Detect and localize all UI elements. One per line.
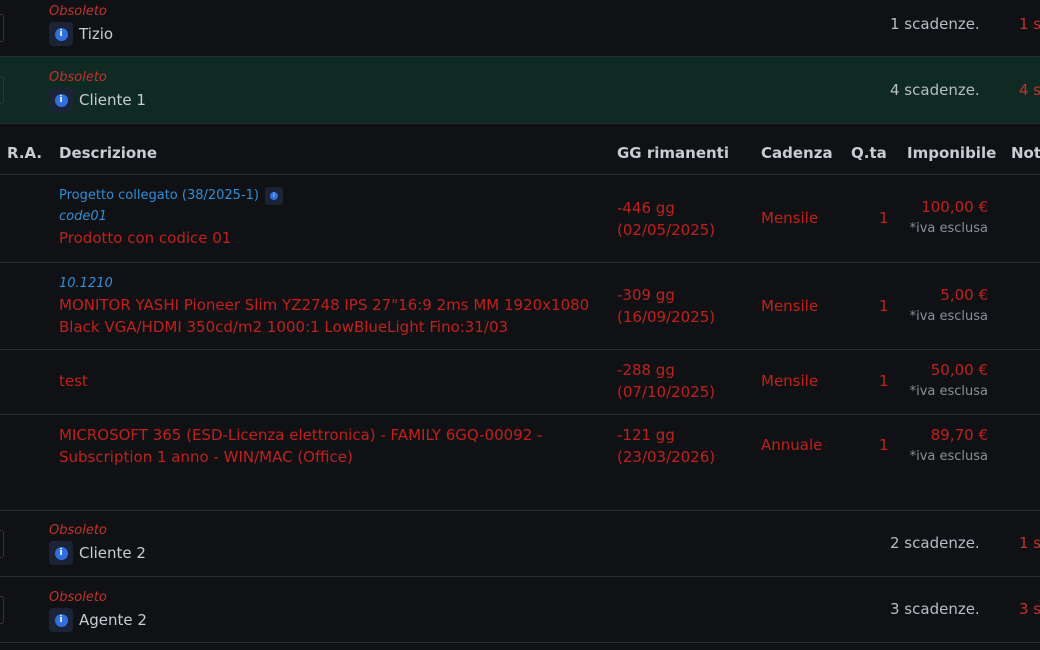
group-count: 3 scadenze. (890, 600, 980, 618)
row-description: Progetto collegato (38/2025-1) i code01 … (59, 185, 599, 249)
group-count: 2 scadenze. (890, 534, 980, 552)
group-extra: 1 sc (1019, 15, 1040, 33)
group-row-agente-2[interactable]: Obsoleto i Agente 2 3 scadenze. 3 s (0, 577, 1040, 643)
product-code: 10.1210 (59, 276, 113, 291)
group-name: Tizio (79, 25, 114, 43)
due-date: (07/10/2025) (617, 383, 716, 401)
group-extra: 1 sc (1019, 534, 1040, 552)
taxable-amount: 5,00 € *iva esclusa (910, 284, 988, 328)
table-header: R.A. Descrizione GG rimanenti Cadenza Q.… (0, 124, 1040, 175)
product-description-line2: Black VGA/HDMI 350cd/m2 1000:1 LowBlueLi… (59, 318, 509, 336)
col-ra[interactable]: R.A. (7, 124, 42, 174)
product-description: test (59, 372, 88, 390)
vat-note: *iva esclusa (909, 384, 988, 399)
quantity: 1 (879, 297, 889, 315)
quantity: 1 (879, 209, 889, 227)
group-row-tizio[interactable]: Obsoleto i Tizio 1 scadenze. 1 sc (0, 0, 1040, 57)
group-name: Cliente 2 (79, 544, 146, 562)
col-imponibile[interactable]: Imponibile (907, 124, 996, 174)
group-customer: i Agente 2 (49, 608, 147, 632)
expand-toggle[interactable] (0, 76, 4, 104)
col-descrizione[interactable]: Descrizione (59, 124, 157, 174)
expand-toggle[interactable] (0, 14, 4, 42)
group-name: Agente 2 (79, 611, 147, 629)
row-description: 10.1210 MONITOR YASHI Pioneer Slim YZ274… (59, 274, 599, 338)
group-status: Obsoleto (49, 523, 107, 538)
days-count: -446 gg (617, 199, 675, 217)
days-count: -309 gg (617, 286, 675, 304)
info-icon[interactable]: i (49, 22, 73, 46)
col-gg-rimanenti[interactable]: GG rimanenti (617, 124, 729, 174)
vat-note: *iva esclusa (909, 449, 988, 464)
group-status: Obsoleto (49, 590, 107, 605)
expand-toggle[interactable] (0, 595, 4, 624)
days-remaining: -121 gg (23/03/2026) (617, 424, 747, 468)
product-code: code01 (59, 209, 107, 224)
days-remaining: -288 gg (07/10/2025) (617, 359, 747, 403)
table-row[interactable]: test -288 gg (07/10/2025) Mensile 1 50,0… (0, 350, 1040, 415)
cadence: Annuale (761, 436, 823, 454)
col-cadenza[interactable]: Cadenza (761, 124, 833, 174)
info-icon-glyph: i (54, 613, 68, 627)
cadence: Mensile (761, 372, 819, 390)
vat-note: *iva esclusa (909, 221, 988, 236)
amount-value: 100,00 € (921, 198, 988, 216)
group-row-cliente-2[interactable]: Obsoleto i Cliente 2 2 scadenze. 1 sc (0, 511, 1040, 577)
row-description: MICROSOFT 365 (ESD-Licenza elettronica) … (59, 424, 599, 468)
info-icon[interactable]: i (49, 88, 73, 112)
group-customer: i Cliente 1 (49, 88, 146, 112)
taxable-amount: 50,00 € *iva esclusa (910, 359, 988, 403)
group-count: 4 scadenze. (890, 81, 980, 99)
taxable-amount: 89,70 € *iva esclusa (910, 424, 988, 468)
group-status: Obsoleto (49, 70, 107, 85)
group-customer: i Tizio (49, 22, 113, 46)
group-extra: 3 s (1019, 600, 1040, 618)
days-remaining: -446 gg (02/05/2025) (617, 197, 747, 241)
cadence: Mensile (761, 209, 819, 227)
group-status: Obsoleto (49, 4, 107, 19)
info-icon-glyph: i (54, 546, 68, 560)
info-icon-glyph: i (54, 27, 68, 41)
table-row[interactable]: MICROSOFT 365 (ESD-Licenza elettronica) … (0, 415, 1040, 511)
linked-project-link[interactable]: Progetto collegato (38/2025-1) i (59, 185, 599, 207)
due-date: (02/05/2025) (617, 221, 716, 239)
cadence: Mensile (761, 297, 819, 315)
info-icon[interactable]: i (49, 541, 73, 565)
info-icon[interactable]: i (49, 608, 73, 632)
info-icon-glyph: i (270, 192, 278, 200)
linked-project-label: Progetto collegato (38/2025-1) (59, 188, 259, 203)
days-count: -121 gg (617, 426, 675, 444)
expand-toggle[interactable] (0, 529, 4, 558)
taxable-amount: 100,00 € *iva esclusa (910, 196, 988, 240)
col-qta[interactable]: Q.ta (851, 124, 887, 174)
table-row[interactable]: 10.1210 MONITOR YASHI Pioneer Slim YZ274… (0, 263, 1040, 350)
group-row-cliente-1[interactable]: Obsoleto i Cliente 1 4 scadenze. 4 s (0, 57, 1040, 124)
amount-value: 50,00 € (930, 361, 988, 379)
quantity: 1 (879, 436, 889, 454)
col-note[interactable]: Not (1011, 124, 1040, 174)
group-customer: i Cliente 2 (49, 541, 146, 565)
quantity: 1 (879, 372, 889, 390)
product-description: MICROSOFT 365 (ESD-Licenza elettronica) … (59, 426, 543, 444)
product-description: Prodotto con codice 01 (59, 229, 232, 247)
info-icon-glyph: i (54, 93, 68, 107)
group-extra: 4 s (1019, 81, 1040, 99)
due-date: (23/03/2026) (617, 448, 716, 466)
days-remaining: -309 gg (16/09/2025) (617, 284, 747, 328)
amount-value: 5,00 € (940, 286, 988, 304)
product-description: MONITOR YASHI Pioneer Slim YZ2748 IPS 27… (59, 296, 590, 314)
due-date: (16/09/2025) (617, 308, 716, 326)
info-icon[interactable]: i (265, 187, 283, 205)
table-row[interactable]: Progetto collegato (38/2025-1) i code01 … (0, 175, 1040, 263)
amount-value: 89,70 € (930, 426, 988, 444)
group-name: Cliente 1 (79, 91, 146, 109)
days-count: -288 gg (617, 361, 675, 379)
group-count: 1 scadenze. (890, 15, 980, 33)
product-description-line2: Subscription 1 anno - WIN/MAC (Office) (59, 448, 353, 466)
vat-note: *iva esclusa (909, 309, 988, 324)
